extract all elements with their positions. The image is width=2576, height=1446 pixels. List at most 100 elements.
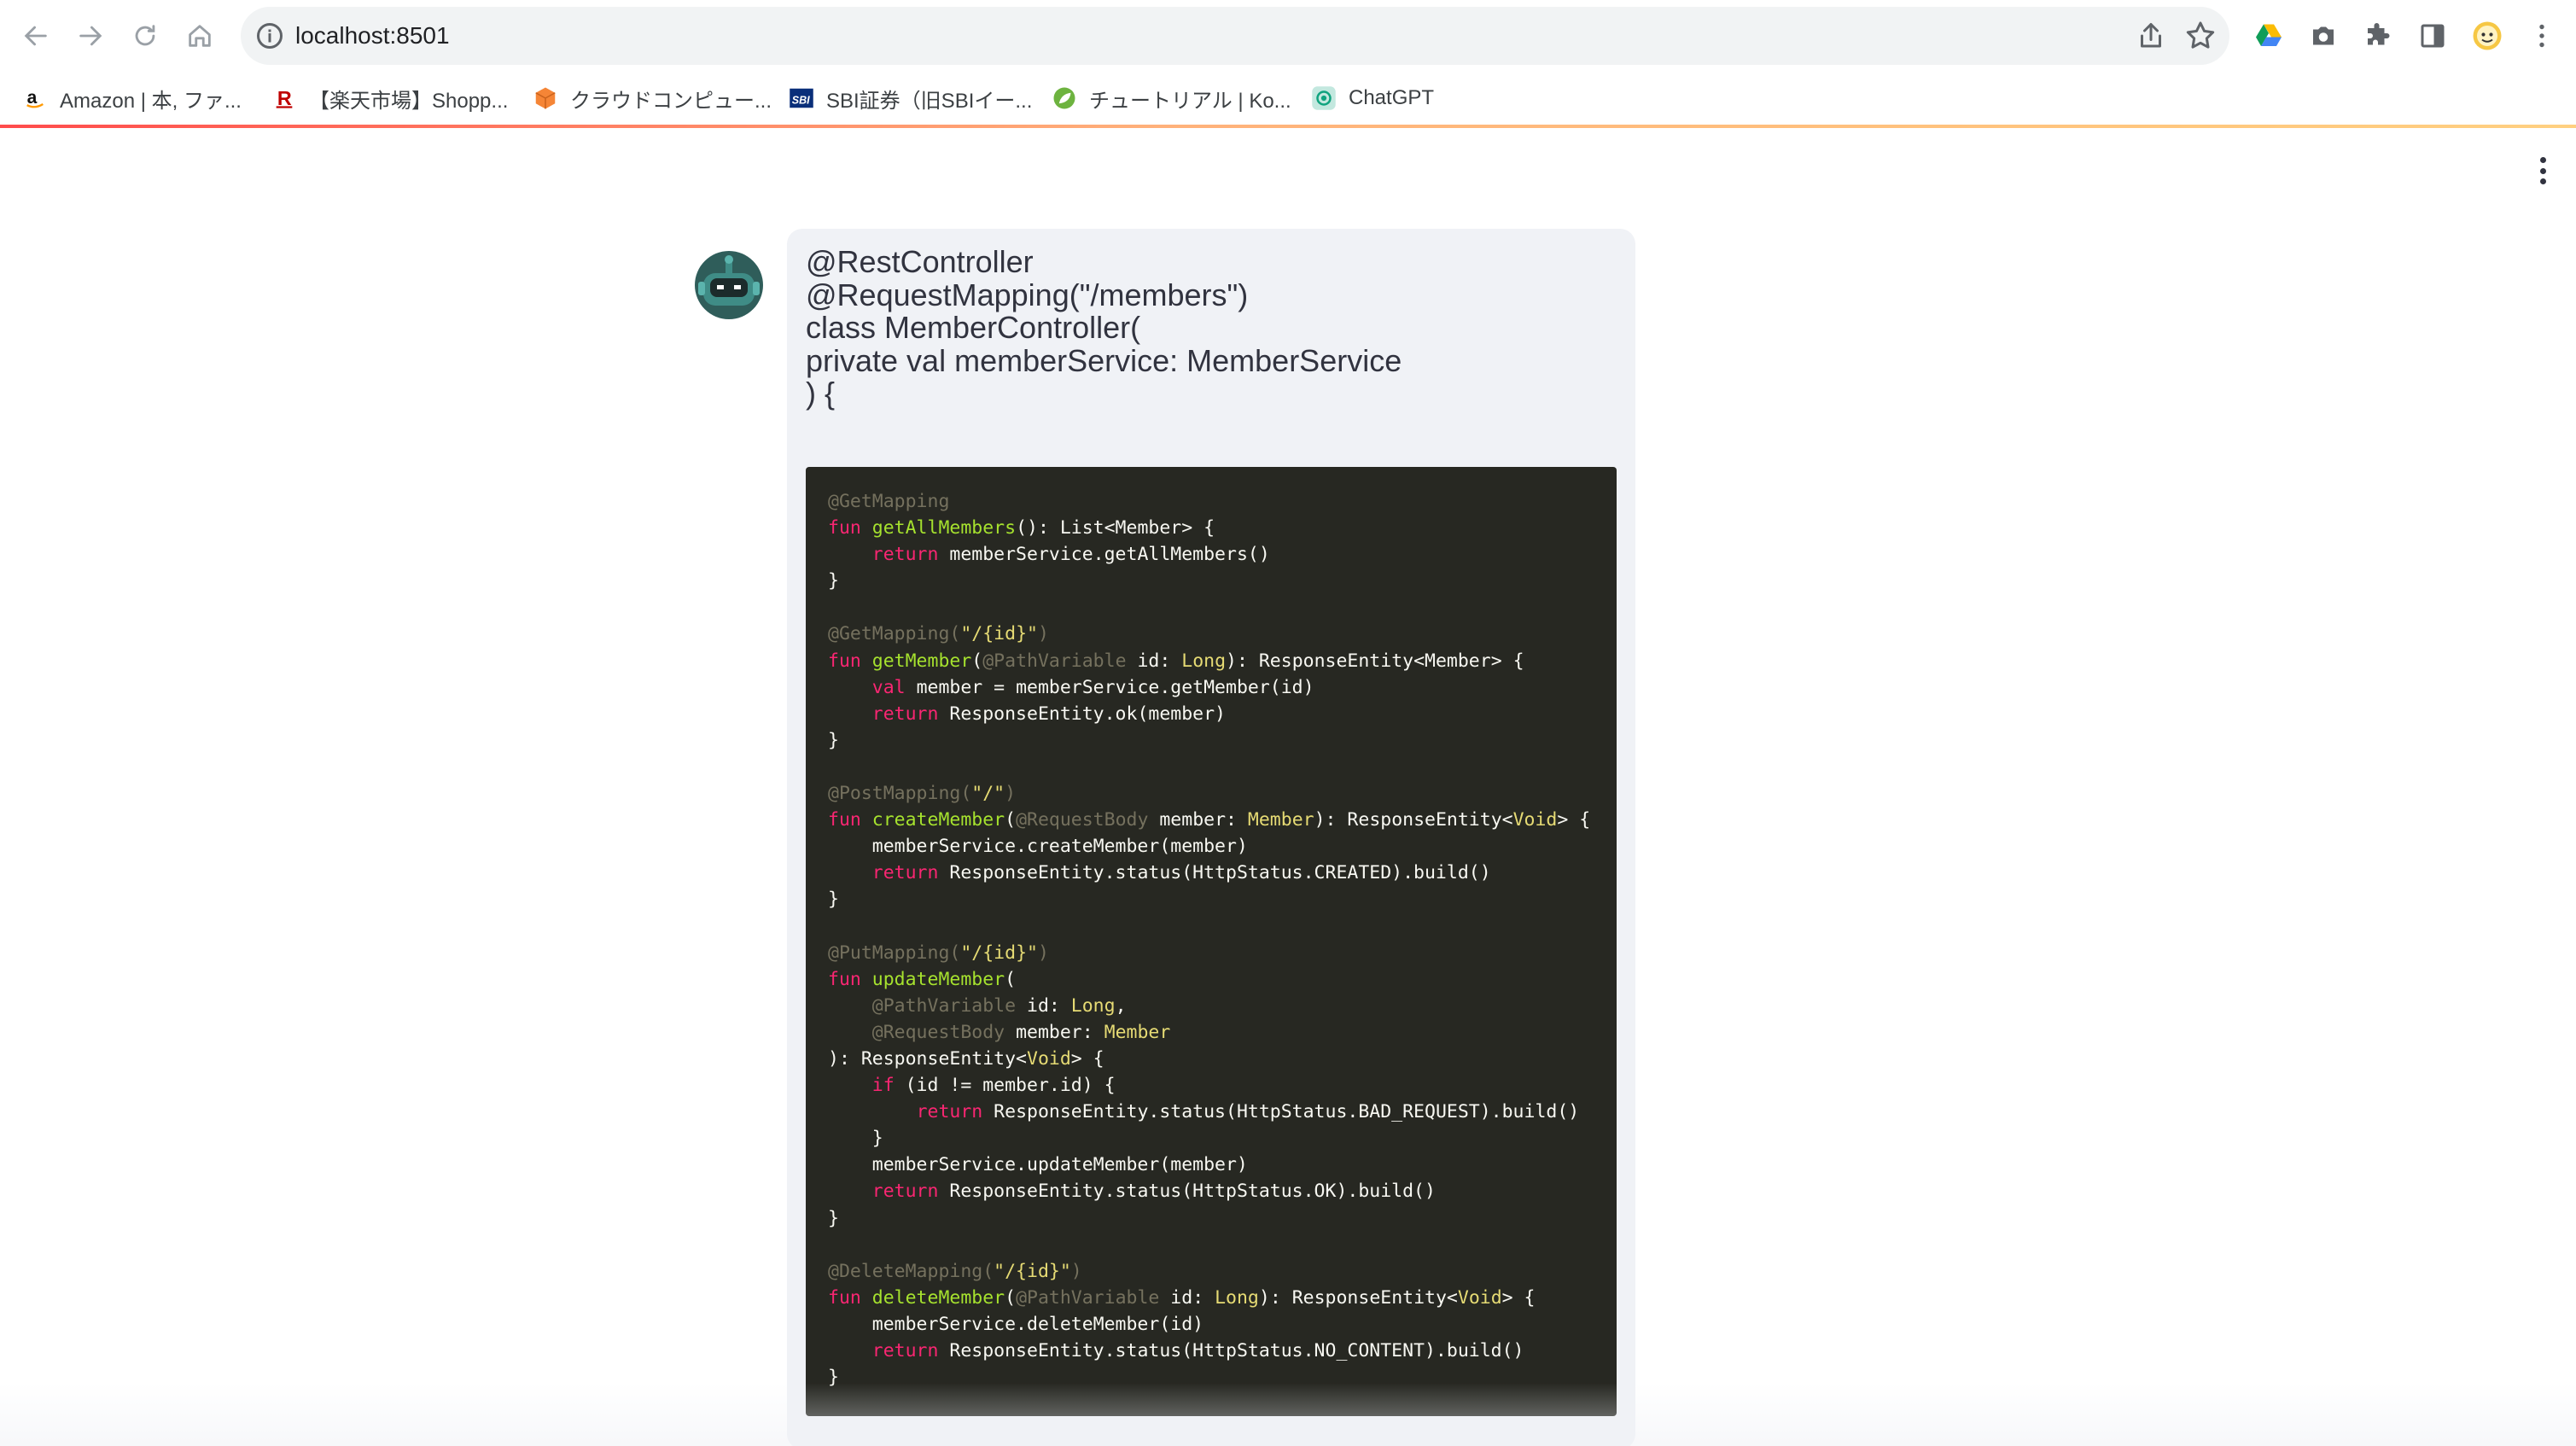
bookmark-rakuten[interactable]: R 【楽天市場】Shopp... xyxy=(271,80,508,116)
app-main-menu-button[interactable] xyxy=(2530,154,2556,188)
home-icon xyxy=(189,25,211,47)
code-token: "/" xyxy=(971,783,1005,805)
menu-dot xyxy=(2539,157,2546,163)
home-button[interactable] xyxy=(179,15,220,56)
cube-icon xyxy=(533,85,558,111)
code-token: } xyxy=(828,570,839,592)
bookmark-chatgpt[interactable]: ChatGPT xyxy=(1311,80,1434,116)
code-token: "/{id}" xyxy=(960,623,1038,645)
code-token: @GetMapping( xyxy=(828,623,961,645)
bookmark-star-icon[interactable] xyxy=(2183,19,2218,53)
menu-dot xyxy=(2539,178,2546,184)
google-drive-icon xyxy=(2256,24,2282,46)
code-line: return ResponseEntity.ok(member) xyxy=(828,701,1590,727)
code-line: } xyxy=(828,1205,1590,1232)
code-token: fun xyxy=(828,809,872,831)
code-line: } xyxy=(828,568,1590,594)
code-line: memberService.deleteMember(id) xyxy=(828,1311,1590,1338)
extensions-button[interactable] xyxy=(2359,17,2397,55)
streamlit-header-decoration xyxy=(0,125,2576,128)
code-token: fun xyxy=(828,968,872,990)
code-line: return ResponseEntity.status(HttpStatus.… xyxy=(828,1099,1590,1125)
code-token: ( xyxy=(971,650,983,672)
code-line: } xyxy=(828,886,1590,912)
url-text[interactable]: localhost:8501 xyxy=(295,7,450,65)
bookmark-label: 【楽天市場】Shopp... xyxy=(309,89,509,113)
code-token: Void xyxy=(1457,1286,1502,1309)
share-icon[interactable] xyxy=(2136,20,2166,51)
code-line: fun updateMember( xyxy=(828,966,1590,993)
reload-button[interactable] xyxy=(125,15,166,56)
profile-avatar[interactable] xyxy=(2468,17,2506,55)
side-panel-button[interactable] xyxy=(2414,17,2451,55)
code-token: fun xyxy=(828,650,872,672)
code-token: ) xyxy=(1005,783,1017,805)
code-token: Member xyxy=(1247,809,1314,831)
bookmark-amazon[interactable]: a Amazon | 本, ファ... xyxy=(22,80,242,116)
svg-text:a: a xyxy=(27,88,38,108)
bookmark-tutorial[interactable]: チュートリアル | Ko... xyxy=(1052,80,1291,116)
address-bar[interactable]: localhost:8501 xyxy=(241,7,2229,65)
code-token: id: xyxy=(1159,1286,1215,1309)
code-token: ): ResponseEntity<Member> { xyxy=(1226,650,1524,672)
code-line: @PostMapping("/") xyxy=(828,780,1590,807)
code-token: id: xyxy=(1126,650,1182,672)
code-token: memberService.createMember(member) xyxy=(828,836,1248,858)
code-line: fun getAllMembers(): List<Member> { xyxy=(828,515,1590,541)
back-button[interactable] xyxy=(15,15,56,56)
google-drive-extension[interactable] xyxy=(2250,17,2288,55)
code-token: @PathVariable xyxy=(871,994,1017,1017)
bookmarks-bar: a Amazon | 本, ファ... R 【楽天市場】Shopp... クラウ… xyxy=(0,72,2576,125)
code-line: if (id != member.id) { xyxy=(828,1072,1590,1099)
puzzle-icon xyxy=(2368,23,2390,45)
bookmark-label: ChatGPT xyxy=(1349,86,1435,109)
camera-extension[interactable] xyxy=(2305,17,2342,55)
code-line: return ResponseEntity.status(HttpStatus.… xyxy=(828,1178,1590,1204)
bookmark-cloud[interactable]: クラウドコンピュー... xyxy=(533,80,772,116)
code-token: ): ResponseEntity< xyxy=(1314,809,1513,831)
code-token: ResponseEntity.status(HttpStatus.NO_CONT… xyxy=(938,1340,1524,1361)
browser-menu-button[interactable] xyxy=(2523,17,2561,55)
code-token: id: xyxy=(1016,994,1071,1017)
code-token: return xyxy=(871,544,939,566)
code-line: @GetMapping("/{id}") xyxy=(828,621,1590,647)
code-token: getMember xyxy=(871,650,972,672)
code-token: (): List<Member> { xyxy=(1016,517,1215,539)
message-text: @RestController @RequestMapping("/member… xyxy=(806,245,1608,411)
bookmark-sbi[interactable]: SBI SBI証券（旧SBIイー... xyxy=(789,80,1032,116)
code-token: ResponseEntity.status(HttpStatus.OK).bui… xyxy=(938,1181,1436,1203)
code-token: return xyxy=(871,862,939,884)
code-token: ResponseEntity.status(HttpStatus.CREATED… xyxy=(938,862,1491,884)
code-line: memberService.updateMember(member) xyxy=(828,1152,1590,1178)
browser-toolbar: localhost:8501 xyxy=(0,0,2576,72)
back-arrow-icon xyxy=(24,26,47,46)
code-token: memberService.getAllMembers() xyxy=(938,544,1270,566)
code-token: @GetMapping xyxy=(828,491,950,512)
bookmark-label: チュートリアル | Ko... xyxy=(1089,89,1291,113)
code-token: ): ResponseEntity< xyxy=(828,1047,1027,1070)
amazon-icon: a xyxy=(22,85,48,111)
code-token: ) xyxy=(1037,623,1049,645)
site-info-icon[interactable] xyxy=(254,20,285,51)
code-line: memberService.createMember(member) xyxy=(828,833,1590,860)
code-token: @RequestBody xyxy=(1016,809,1149,831)
code-token: @PathVariable xyxy=(1016,1286,1160,1309)
code-token: } xyxy=(828,729,839,751)
code-line: } xyxy=(828,1125,1590,1152)
chatgpt-icon xyxy=(1311,85,1337,111)
code-token: member = memberService.getMember(id) xyxy=(905,676,1314,698)
code-line: @RequestBody member: Member xyxy=(828,1019,1590,1046)
code-token: ResponseEntity.status(HttpStatus.BAD_REQ… xyxy=(982,1101,1580,1123)
code-token: > { xyxy=(1070,1047,1104,1070)
code-token: "/{id}" xyxy=(994,1260,1071,1282)
code-line: ): ResponseEntity<Void> { xyxy=(828,1046,1590,1072)
code-line: @DeleteMapping("/{id}") xyxy=(828,1258,1590,1285)
code-token: fun xyxy=(828,517,872,539)
message-line: class MemberController( xyxy=(806,310,1141,345)
forward-button[interactable] xyxy=(70,15,111,56)
code-line: return ResponseEntity.status(HttpStatus.… xyxy=(828,860,1590,886)
